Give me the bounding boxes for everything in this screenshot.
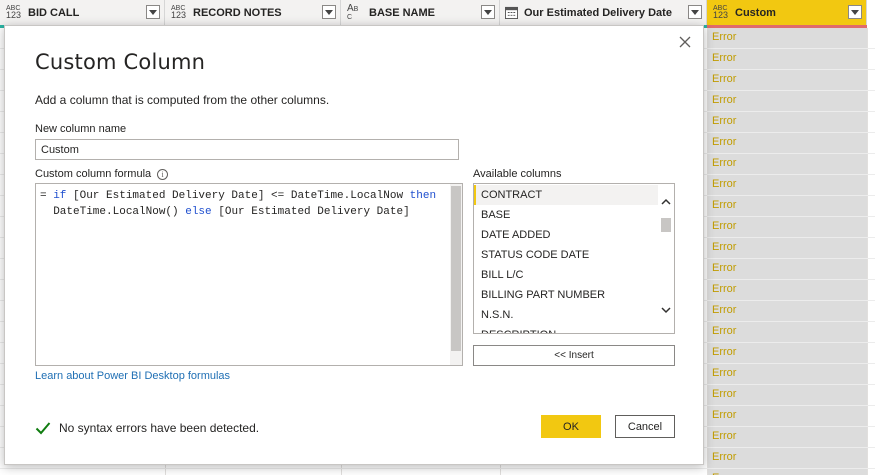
column-header-estimated-delivery[interactable]: Our Estimated Delivery Date <box>500 0 707 25</box>
column-header-label: Our Estimated Delivery Date <box>524 6 672 19</box>
learn-formulas-link[interactable]: Learn about Power BI Desktop formulas <box>35 370 230 382</box>
list-scroll-thumb[interactable] <box>661 218 671 232</box>
custom-cell-error[interactable]: Error <box>712 115 736 127</box>
custom-cell-error[interactable]: Error <box>712 199 736 211</box>
custom-cell-error[interactable]: Error <box>712 283 736 295</box>
column-header-label: BASE NAME <box>369 6 436 19</box>
check-icon <box>35 422 51 435</box>
type-any-icon: ABC 123 <box>713 5 729 20</box>
available-column-item[interactable]: DESCRIPTION <box>474 325 660 333</box>
custom-cell-error[interactable]: Error <box>712 367 736 379</box>
custom-cell-error[interactable]: Error <box>712 157 736 169</box>
keyword-then: then <box>409 190 437 202</box>
column-divider <box>707 28 708 475</box>
filter-dropdown-icon[interactable] <box>848 5 862 19</box>
formula-scroll-thumb[interactable] <box>451 186 461 351</box>
column-header-custom[interactable]: ABC 123 Custom <box>707 0 867 25</box>
chevron-down-icon[interactable] <box>660 304 672 316</box>
custom-cell-error[interactable]: Error <box>712 388 736 400</box>
available-column-item[interactable]: STATUS CODE DATE <box>474 245 660 265</box>
formula-label: Custom column formula i <box>35 168 169 180</box>
cancel-button[interactable]: Cancel <box>615 415 675 438</box>
ok-button[interactable]: OK <box>541 415 601 438</box>
close-icon[interactable] <box>677 34 693 50</box>
filter-dropdown-icon[interactable] <box>688 5 702 19</box>
available-column-item[interactable]: BILLING PART NUMBER <box>474 285 660 305</box>
custom-cell-error[interactable]: Error <box>712 409 736 421</box>
column-quality-bar-error <box>707 25 867 28</box>
type-any-icon: ABC 123 <box>6 5 22 20</box>
custom-cell-error[interactable]: Error <box>712 94 736 106</box>
insert-button[interactable]: << Insert <box>473 345 675 366</box>
type-any-icon: ABC 123 <box>171 5 187 20</box>
column-header-record-notes[interactable]: ABC 123 RECORD NOTES <box>165 0 341 25</box>
dialog-description: Add a column that is computed from the o… <box>35 93 330 107</box>
available-column-item[interactable]: BASE <box>474 205 660 225</box>
custom-cell-error[interactable]: Error <box>712 31 736 43</box>
custom-cell-error[interactable]: Error <box>712 262 736 274</box>
column-divider <box>867 28 868 475</box>
filter-dropdown-icon[interactable] <box>481 5 495 19</box>
custom-cell-error[interactable]: Error <box>712 304 736 316</box>
available-column-item[interactable]: DATE ADDED <box>474 225 660 245</box>
formula-scrollbar[interactable] <box>450 184 462 365</box>
formula-label-text: Custom column formula <box>35 168 152 180</box>
keyword-if: if <box>53 190 67 202</box>
custom-cell-error[interactable]: Error <box>712 325 736 337</box>
custom-cell-error[interactable]: Error <box>712 451 736 463</box>
custom-cell-error[interactable]: Error <box>712 178 736 190</box>
column-header-label: BID CALL <box>28 6 80 19</box>
custom-cell-error[interactable]: Error <box>712 346 736 358</box>
available-columns-label: Available columns <box>473 168 562 180</box>
calendar-icon <box>505 6 518 19</box>
syntax-status: No syntax errors have been detected. <box>35 421 259 435</box>
syntax-status-text: No syntax errors have been detected. <box>59 421 260 435</box>
custom-cell-error[interactable]: Error <box>712 220 736 232</box>
custom-cell-error[interactable]: Error <box>712 136 736 148</box>
available-column-item[interactable]: CONTRACT <box>474 185 660 205</box>
custom-column-dialog: Custom Column Add a column that is compu… <box>4 25 704 465</box>
available-columns-list[interactable]: CONTRACT BASE DATE ADDED STATUS CODE DATE BI… <box>473 183 675 334</box>
column-name-input[interactable] <box>35 139 459 160</box>
formula-text[interactable]: = if [Our Estimated Delivery Date] <= Da… <box>40 188 448 220</box>
custom-cell-error[interactable]: Error <box>712 73 736 85</box>
type-text-icon: AB C <box>347 2 359 21</box>
keyword-else: else <box>185 206 212 218</box>
custom-cell-error[interactable]: Error <box>712 52 736 64</box>
column-header-label: Custom <box>735 6 776 19</box>
info-icon[interactable]: i <box>157 168 169 180</box>
formula-editor[interactable]: = if [Our Estimated Delivery Date] <= Da… <box>35 183 463 366</box>
dialog-title: Custom Column <box>35 50 206 74</box>
column-header-base-name[interactable]: AB C BASE NAME <box>341 0 500 25</box>
custom-cell-error[interactable]: Error <box>712 430 736 442</box>
column-name-label: New column name <box>35 123 127 135</box>
filter-dropdown-icon[interactable] <box>146 5 160 19</box>
column-header-label: RECORD NOTES <box>193 6 282 19</box>
filter-dropdown-icon[interactable] <box>322 5 336 19</box>
list-scrollbar[interactable] <box>658 184 674 333</box>
row-divider <box>0 468 875 469</box>
custom-cell-error[interactable]: Error <box>712 241 736 253</box>
chevron-up-icon[interactable] <box>660 196 672 208</box>
column-header-bid-call[interactable]: ABC 123 BID CALL <box>0 0 165 25</box>
available-column-item[interactable]: BILL L/C <box>474 265 660 285</box>
available-column-item[interactable]: N.S.N. <box>474 305 660 325</box>
